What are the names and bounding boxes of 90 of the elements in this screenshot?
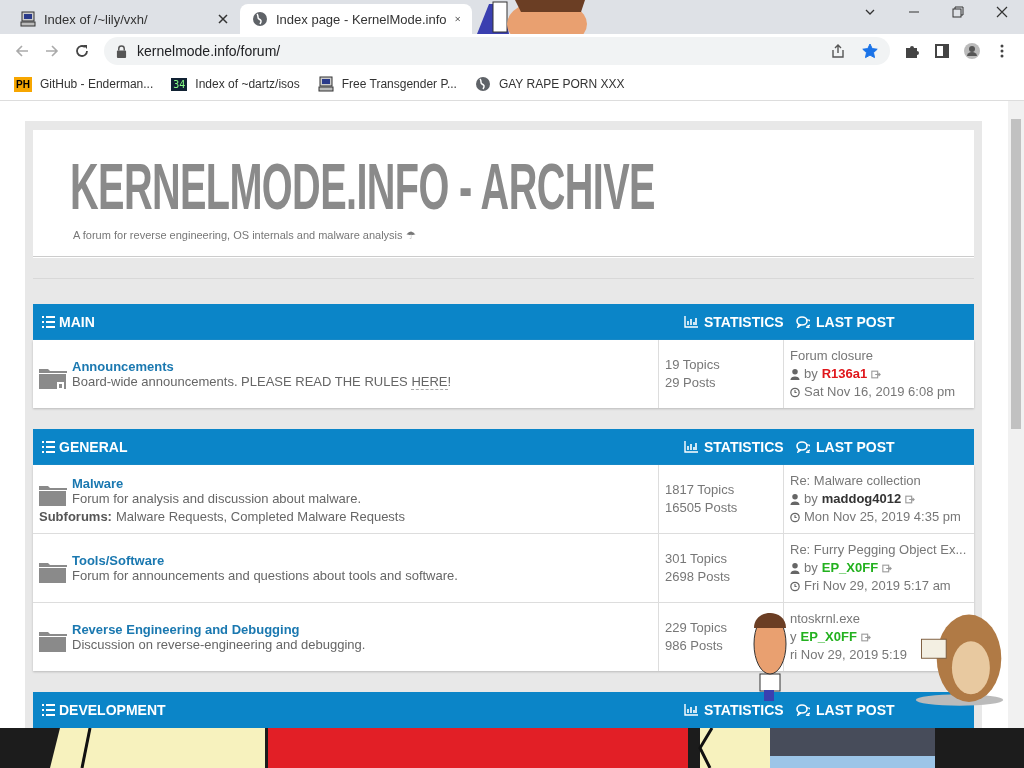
- topic-count: 19 Topics: [665, 356, 721, 374]
- address-bar[interactable]: kernelmode.info/forum/: [104, 37, 890, 65]
- post-count: 986 Posts: [665, 637, 724, 655]
- bar-chart-icon: [684, 441, 698, 453]
- tab-title: Index of /~lily/vxh/: [44, 11, 149, 27]
- bookmark[interactable]: Free Transgender P...: [317, 76, 457, 92]
- speech-bubbles-icon: [796, 704, 810, 716]
- topic-count: 301 Topics: [665, 550, 728, 568]
- close-icon[interactable]: [996, 6, 1008, 18]
- section-title[interactable]: GENERAL: [59, 439, 128, 455]
- lock-icon: [116, 44, 127, 58]
- restore-icon[interactable]: [952, 6, 964, 18]
- section-title[interactable]: MAIN: [59, 314, 95, 330]
- close-icon[interactable]: [218, 14, 228, 24]
- by-label: by: [804, 365, 818, 383]
- by-label: y: [790, 628, 797, 646]
- forum-link[interactable]: Reverse Engineering and Debugging: [72, 622, 366, 637]
- topic-count: 229 Topics: [665, 619, 728, 637]
- speech-bubbles-icon: [796, 441, 810, 453]
- column-heading: LAST POST: [816, 314, 895, 330]
- bookmark[interactable]: PH GitHub - Enderman...: [14, 76, 154, 92]
- forum-link[interactable]: Announcements: [72, 359, 452, 374]
- list-icon: [41, 316, 55, 328]
- close-icon[interactable]: [454, 14, 460, 24]
- author-link[interactable]: R136a1: [821, 365, 868, 383]
- goto-post-icon[interactable]: [882, 562, 893, 574]
- goto-post-icon[interactable]: [871, 368, 882, 380]
- column-heading: STATISTICS: [704, 439, 784, 455]
- author-link[interactable]: EP_X0FF: [821, 559, 879, 577]
- bar-chart-icon: [684, 316, 698, 328]
- column-heading: LAST POST: [816, 702, 895, 718]
- forum-link[interactable]: Tools/Software: [72, 553, 458, 568]
- goto-post-icon[interactable]: [860, 631, 871, 643]
- topic-count: 1817 Topics: [665, 481, 736, 499]
- reload-icon[interactable]: [74, 43, 90, 59]
- author-link[interactable]: EP_X0FF: [800, 628, 857, 646]
- forum-link[interactable]: Malware: [72, 475, 362, 491]
- post-date: Sat Nov 16, 2019 6:08 pm: [804, 383, 956, 401]
- computer-icon: [20, 11, 36, 27]
- scrollbar[interactable]: [1008, 101, 1024, 728]
- bookmark[interactable]: 34 Index of ~dartz/isos: [171, 77, 300, 91]
- bar-chart-icon: [684, 704, 698, 716]
- bookmark[interactable]: GAY RAPE PORN XXX: [474, 76, 625, 92]
- column-heading: STATISTICS: [704, 314, 784, 330]
- puzzle-icon[interactable]: [904, 43, 920, 59]
- by-label: by: [804, 490, 818, 508]
- site-tagline: A forum for reverse engineering, OS internals and malware analysis ☂: [73, 229, 417, 242]
- last-post-title[interactable]: ntoskrnl.exe: [790, 610, 861, 628]
- share-icon[interactable]: [830, 43, 846, 59]
- browser-tab[interactable]: Index page - KernelMode.info: [240, 4, 472, 34]
- by-label: by: [804, 559, 818, 577]
- globe-icon: [252, 11, 268, 27]
- forum-description: Forum for announcements and questions about tools and software.: [72, 568, 458, 583]
- last-post-title[interactable]: Forum closure: [790, 347, 874, 365]
- forum-description: Forum for analysis and discussion about malware.: [72, 490, 362, 506]
- url-text: kernelmode.info/forum/: [137, 43, 281, 59]
- speech-bubbles-icon: [796, 316, 810, 328]
- forum-description: Board-wide announcements. PLEASE READ THE RULES HERE!: [72, 374, 452, 389]
- post-date: Fri Nov 29, 2019 5:17 am: [804, 577, 951, 595]
- profile-icon[interactable]: [964, 43, 980, 59]
- browser-tab[interactable]: Index of /~lily/vxh/: [8, 4, 240, 34]
- column-heading: LAST POST: [816, 439, 895, 455]
- last-post-title[interactable]: Re: Furry Pegging Object Ex...: [790, 541, 967, 559]
- scrollbar-thumb[interactable]: [1011, 119, 1021, 429]
- last-post-title[interactable]: Re: Malware collection: [790, 472, 921, 490]
- logo-icon: 34: [171, 77, 188, 91]
- column-heading: STATISTICS: [704, 702, 784, 718]
- goto-post-icon[interactable]: [905, 493, 916, 505]
- forum-description: Discussion on reverse-engineering and debugging.: [72, 637, 366, 652]
- subforum-links[interactable]: Malware Requests, Completed Malware Requests: [115, 508, 405, 524]
- post-date: Mon Nov 25, 2019 4:35 pm: [804, 508, 961, 526]
- post-count: 2698 Posts: [665, 568, 732, 586]
- forward-arrow-icon[interactable]: [44, 43, 60, 59]
- list-icon: [41, 704, 55, 716]
- subforums-label: Subforums:: [39, 508, 112, 524]
- post-date: ri Nov 29, 2019 5:19: [790, 646, 908, 664]
- rules-link[interactable]: HERE: [411, 374, 448, 390]
- star-icon[interactable]: [862, 43, 878, 59]
- logo-icon: PH: [14, 76, 32, 92]
- section-title[interactable]: DEVELOPMENT: [59, 702, 166, 718]
- post-count: 29 Posts: [665, 374, 717, 392]
- back-arrow-icon[interactable]: [14, 43, 30, 59]
- tab-title: Index page - KernelMode.info: [276, 11, 447, 27]
- author-link[interactable]: maddog4012: [821, 490, 902, 508]
- globe-icon: [474, 76, 491, 92]
- list-icon: [41, 441, 55, 453]
- side-panel-icon[interactable]: [934, 43, 950, 59]
- site-title[interactable]: KERNELMODE.INFO - ARCHIVE: [70, 149, 655, 225]
- post-count: 16505 Posts: [665, 499, 739, 517]
- computer-icon: [317, 76, 334, 92]
